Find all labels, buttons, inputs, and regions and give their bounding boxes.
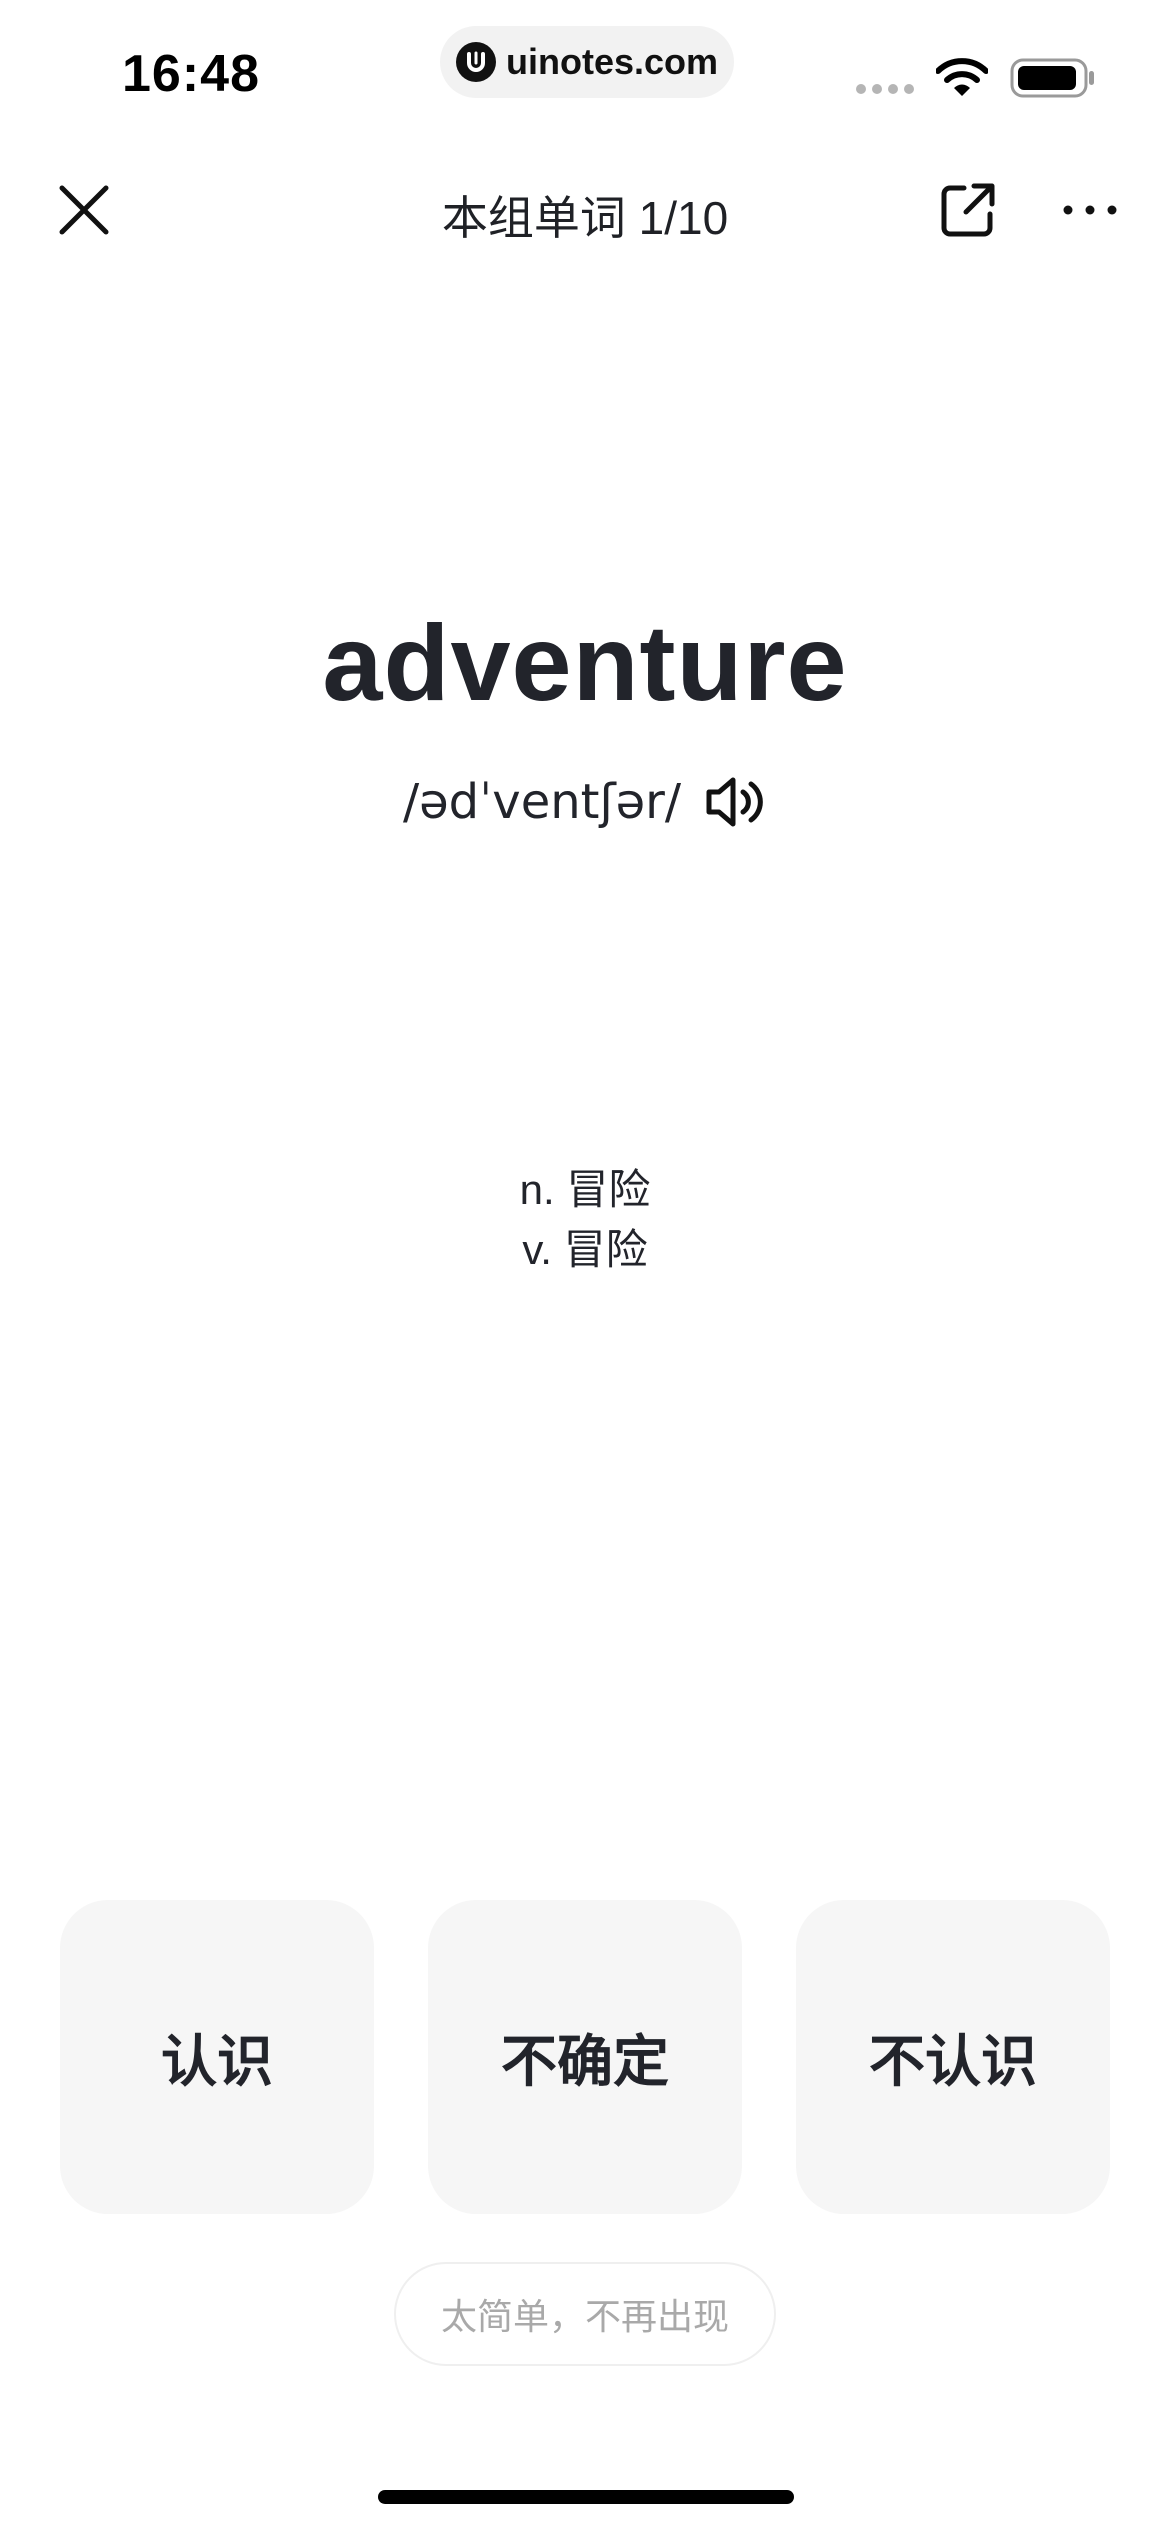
url-pill[interactable]: uinotes.com: [440, 26, 734, 98]
unsure-button[interactable]: 不确定: [428, 1900, 742, 2214]
definition-line: v. 冒险: [522, 1226, 648, 1273]
status-time: 16:48: [122, 45, 260, 103]
know-button[interactable]: 认识: [60, 1900, 374, 2214]
dont-know-button[interactable]: 不认识: [796, 1900, 1110, 2214]
definitions: n. 冒险 v. 冒险: [0, 1160, 1170, 1280]
nav-bar: 本组单词 1/10: [0, 160, 1170, 260]
wifi-icon: [935, 58, 989, 103]
phonetic-text: /ədˈventʃər/: [402, 774, 682, 830]
more-icon[interactable]: [1058, 178, 1122, 242]
too-easy-button[interactable]: 太简单，不再出现: [394, 2262, 776, 2366]
cellular-signal-icon: [856, 84, 914, 94]
phonetic-row: /ədˈventʃər/: [0, 770, 1170, 834]
home-indicator[interactable]: [378, 2490, 794, 2504]
url-text: uinotes.com: [505, 41, 719, 82]
share-icon[interactable]: [936, 178, 1000, 242]
definition-line: n. 冒险: [519, 1166, 651, 1213]
speaker-icon[interactable]: [703, 770, 767, 834]
battery-icon: [1010, 58, 1096, 103]
word-title: adventure: [322, 602, 848, 723]
answer-row: 认识 不确定 不认识: [60, 1900, 1110, 2214]
status-bar: 16:48 uinotes.com: [0, 0, 1170, 140]
site-logo-icon: [455, 42, 496, 82]
